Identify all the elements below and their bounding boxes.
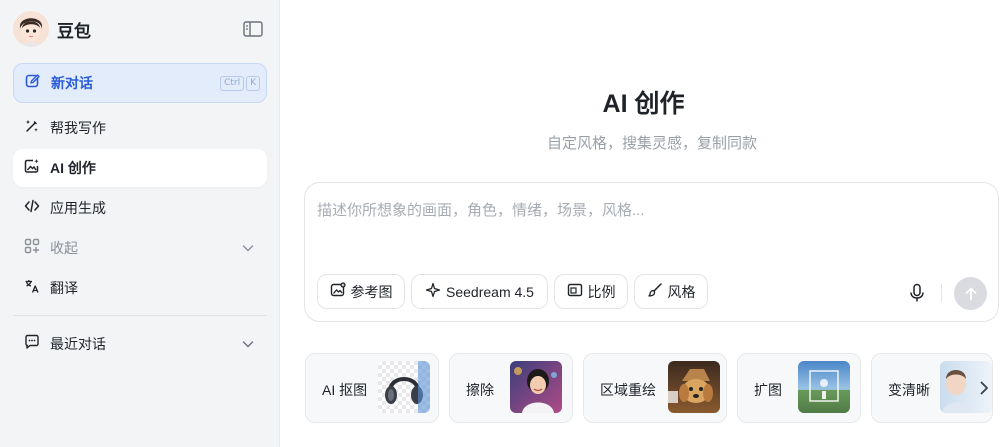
repaint-thumbnail: [668, 361, 720, 413]
sidebar-divider: [13, 315, 267, 316]
shortcut-hint: Ctrl K: [220, 76, 260, 91]
sidebar-item-label: 翻译: [50, 280, 78, 296]
sidebar-item-app-gen[interactable]: 应用生成: [13, 189, 267, 227]
sidebar-item-writing[interactable]: 帮我写作: [13, 109, 267, 147]
page-title: AI 创作: [602, 90, 685, 118]
sidebar-item-ai-create[interactable]: AI 创作: [13, 149, 267, 187]
brand-name: 豆包: [57, 21, 91, 41]
send-button[interactable]: [954, 277, 987, 310]
sidebar-item-label: 收起: [50, 240, 78, 256]
sparkle-icon: [425, 282, 441, 301]
brand[interactable]: 豆包: [13, 11, 91, 47]
code-icon: [24, 198, 40, 219]
new-chat-icon: [25, 73, 41, 94]
tool-card-label: 区域重绘: [600, 382, 656, 398]
sidebar-item-label: AI 创作: [50, 160, 96, 176]
reference-image-button[interactable]: 参考图: [317, 274, 405, 309]
tool-card-label: 变清晰: [888, 382, 930, 398]
style-button[interactable]: 风格: [634, 274, 708, 309]
sidebar-item-translate[interactable]: 翻译: [13, 269, 267, 307]
cutout-thumbnail: [378, 361, 430, 413]
page-subtitle: 自定风格，搜集灵感，复制同款: [546, 135, 757, 152]
microphone-icon[interactable]: [905, 281, 929, 305]
toolbar-divider: [941, 284, 942, 302]
tool-card-expand[interactable]: 扩图: [737, 353, 861, 423]
sidebar-item-recent[interactable]: 最近对话: [13, 325, 267, 363]
model-select-button[interactable]: Seedream 4.5: [411, 274, 548, 309]
prompt-composer: 参考图 Seedream 4.5 比例 风格: [304, 182, 999, 322]
grid-icon: [24, 238, 40, 259]
sidebar-item-label: 应用生成: [50, 200, 106, 216]
tool-card-label: 扩图: [754, 382, 782, 398]
image-sparkle-icon: [24, 158, 40, 179]
tool-card-cutout[interactable]: AI 抠图: [305, 353, 439, 423]
shortcut-key-ctrl: Ctrl: [220, 76, 245, 91]
sidebar-item-label: 最近对话: [50, 336, 106, 352]
sidebar-item-collapse[interactable]: 收起: [13, 229, 267, 267]
model-select-label: Seedream 4.5: [446, 283, 534, 300]
sidebar-item-label: 帮我写作: [50, 120, 106, 136]
image-add-icon: [330, 282, 346, 301]
shortcut-key-k: K: [246, 76, 260, 91]
tool-card-erase[interactable]: 擦除: [449, 353, 573, 423]
new-chat-button[interactable]: 新对话 Ctrl K: [13, 63, 267, 103]
reference-image-label: 参考图: [350, 283, 393, 300]
erase-thumbnail: [510, 361, 562, 413]
new-chat-label: 新对话: [51, 75, 93, 91]
ratio-label: 比例: [587, 283, 616, 300]
tool-card-enhance[interactable]: 变清晰: [871, 353, 993, 423]
chat-bubble-icon: [24, 334, 40, 355]
sidebar: 豆包 新对话 Ctrl K 帮我写作 AI 创作 应用生成 收起 翻译 最近对话: [0, 0, 280, 447]
arrow-up-icon: [965, 287, 976, 300]
tool-card-region-repaint[interactable]: 区域重绘: [583, 353, 727, 423]
ratio-button[interactable]: 比例: [554, 274, 628, 309]
tool-card-label: 擦除: [466, 382, 494, 398]
prompt-input[interactable]: [317, 197, 957, 223]
aspect-ratio-icon: [567, 282, 583, 301]
avatar: [13, 11, 49, 47]
chevron-down-icon[interactable]: [241, 337, 255, 356]
chevron-down-icon: [241, 241, 255, 260]
chevron-right-icon[interactable]: [976, 378, 992, 398]
brush-icon: [647, 282, 663, 301]
tool-card-label: AI 抠图: [322, 382, 368, 398]
sidebar-toggle-icon[interactable]: [242, 19, 264, 39]
translate-icon: [24, 278, 40, 299]
expand-thumbnail: [798, 361, 850, 413]
pen-sparkle-icon: [24, 118, 40, 139]
style-label: 风格: [667, 283, 696, 300]
